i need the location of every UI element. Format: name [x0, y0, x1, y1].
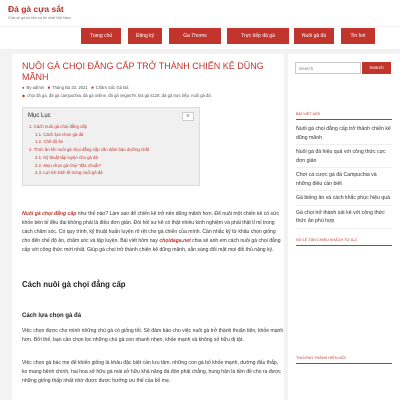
widget-title: NỔ LỄ TẶN CHIẾU KHÁCH TỪ A-Z [296, 238, 357, 242]
calendar-icon: ■ [47, 85, 51, 90]
tag-icon: ◆ [22, 93, 26, 98]
toc-item[interactable]: 2.3. Lợi ích kinh tế trong nuôi gà đá [29, 169, 149, 177]
widget-divider [296, 245, 392, 246]
widget-divider [296, 119, 392, 120]
body-paragraph: Việc chọn được cho mình những chú gà có … [22, 328, 284, 343]
post-date[interactable]: Tháng Ba 23, 2021 [52, 85, 88, 90]
table-of-contents: Mục Lục ≡ 1. Cách nuôi gà chọi đẳng cấp … [22, 107, 200, 186]
site-title[interactable]: Đá gà cựa sắt [8, 4, 400, 14]
article-meta: ● By admin ■ Tháng Ba 23, 2021 ■ Chăm Sóc G… [22, 84, 284, 100]
recent-posts-list: Nuôi gà chọi đẳng cấp trở thành chiến kê… [296, 125, 392, 232]
nav-item-raising[interactable]: Nuôi gà đá [294, 28, 334, 44]
author-link[interactable]: By admin [27, 85, 44, 90]
subsection-heading: Cách lựa chọn gà đá [22, 313, 82, 319]
widget-divider [296, 363, 392, 364]
body-paragraph: Việc chọn gà bác mẹ để khiến giống là kh… [22, 360, 281, 384]
toc-toggle-button[interactable]: ≡ [182, 112, 194, 121]
user-icon: ● [22, 85, 25, 90]
toc-item[interactable]: 2.2. Mẹo chọn gà chọi “đặc chuẩn” [29, 162, 149, 170]
recent-post-link[interactable]: Gà chọi trở thành sát kê với công thức t… [296, 209, 392, 229]
tag-list[interactable]: chọi đá gà, đá gà campuchia, đá gà onlin… [27, 93, 210, 98]
site-header: Đá gà cựa sắt Chia sẻ gà bo tiến sự thi … [0, 0, 400, 26]
search-button[interactable]: Search [362, 62, 391, 74]
toc-item[interactable]: 1.1. Cách lựa chọn gà đá [29, 131, 149, 139]
main-content: NUÔI GÀ CHỌI ĐẲNG CẤP TRỞ THÀNH CHIẾN KÊ… [12, 54, 284, 400]
recent-post-link[interactable]: Nuôi gà đá hiệu quả với công thức cực đơ… [296, 148, 392, 168]
article-title: NUÔI GÀ CHỌI ĐẲNG CẤP TRỞ THÀNH CHIẾN KÊ… [22, 61, 264, 82]
main-navigation: Trang chủ Đăng ký Ga Thomo Trực tiếp đá … [0, 27, 400, 49]
intro-paragraph: Nuôi gà chọi đẳng cấp như thế nào? Làm s… [22, 210, 284, 255]
site-description: Chia sẻ gà bo tiến sự thi nhất Việt Nam [8, 16, 71, 20]
nav-item-home[interactable]: Trang chủ [81, 28, 121, 44]
nav-item-live-cockfight[interactable]: Trực tiếp đá gà [227, 28, 289, 44]
recent-post-link[interactable]: Chơi cá cược gà đá Campuchia và những đi… [296, 171, 392, 191]
toc-item[interactable]: 1.2. Chế độ ăn [29, 138, 149, 146]
recent-posts-title: BÀI VIẾT MỚI [296, 112, 321, 116]
category-link[interactable]: Chăm Sóc Gà Đá [96, 85, 129, 90]
section-heading: Cách nuôi gà chọi đẳng cấp [22, 280, 126, 289]
toc-item[interactable]: 2.1. Kỹ thuật tập luyện cho gà đá [29, 154, 149, 162]
search-input[interactable]: Search [295, 62, 361, 74]
toc-title: Mục Lục [28, 113, 51, 119]
nav-item-hot-news[interactable]: Tin hot [341, 28, 375, 44]
nav-item-ga-thomo[interactable]: Ga Thomo [169, 28, 221, 44]
sidebar: Search Search BÀI VIẾT MỚI Nuôi gà chọi … [288, 54, 400, 400]
site-link[interactable]: chọidaga.net [159, 238, 190, 244]
recent-post-link[interactable]: Nuôi gà chọi đẳng cấp trở thành chiến kê… [296, 125, 392, 145]
intro-keyword-link[interactable]: Nuôi gà chọi đẳng cấp [22, 211, 76, 217]
toc-item[interactable]: 2. Thức ăn khi nuôi gà chọi đẳng cấp cần… [29, 146, 149, 154]
nav-item-register[interactable]: Đăng ký [128, 28, 162, 44]
folder-icon: ■ [91, 85, 94, 90]
toc-list: 1. Cách nuôi gà chọi đẳng cấp 1.1. Cách … [29, 123, 149, 177]
recent-post-link[interactable]: Gà biếng ăn và cách khắc phục hiệu quả [296, 194, 392, 206]
toc-item[interactable]: 1. Cách nuôi gà chọi đẳng cấp [29, 123, 149, 131]
widget-title: THƯƠNG THÁNH HIỆN MỚI [296, 356, 346, 360]
